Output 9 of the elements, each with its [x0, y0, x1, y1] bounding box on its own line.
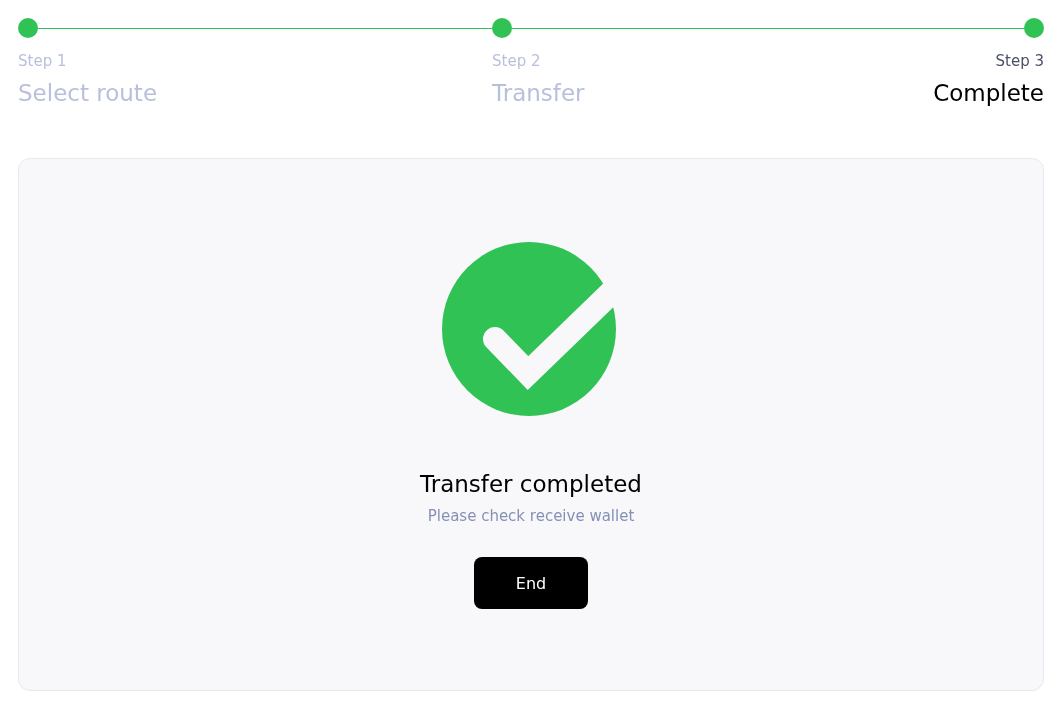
step-title: Complete	[933, 80, 1044, 106]
result-message: Please check receive wallet	[427, 507, 635, 525]
step-title: Select route	[18, 80, 158, 106]
step-title: Transfer	[492, 80, 585, 106]
step-label: Step 2	[492, 52, 541, 70]
step-label: Step 1	[18, 52, 67, 70]
end-button[interactable]: End	[474, 557, 588, 609]
step-label: Step 3	[995, 52, 1044, 70]
result-title: Transfer completed	[420, 471, 642, 497]
